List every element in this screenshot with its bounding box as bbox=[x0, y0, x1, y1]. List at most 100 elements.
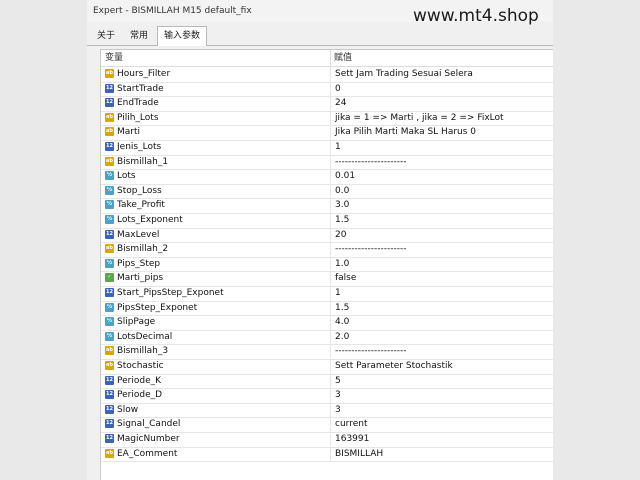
table-row[interactable]: 12 StartTrade 0 bbox=[101, 81, 553, 98]
param-value[interactable]: 2.0 bbox=[330, 329, 553, 345]
param-value[interactable]: 1.5 bbox=[330, 213, 553, 228]
param-value[interactable]: 1 bbox=[330, 140, 553, 155]
param-name: Marti bbox=[117, 127, 141, 138]
tab-inputs[interactable]: 输入参数 bbox=[157, 26, 207, 46]
param-value[interactable]: 0.0 bbox=[330, 183, 553, 199]
header-value[interactable]: 赋值 bbox=[330, 50, 553, 66]
abc-type-icon: ab bbox=[105, 112, 114, 122]
param-value[interactable]: 4.0 bbox=[330, 315, 553, 330]
param-name: EndTrade bbox=[117, 98, 159, 109]
param-value[interactable]: 1.0 bbox=[330, 256, 553, 272]
table-row[interactable]: ab Stochastic Sett Parameter Stochastik bbox=[101, 359, 553, 375]
table-row[interactable]: ab Bismillah_1 ---------------------- bbox=[101, 154, 553, 171]
table-row[interactable]: 12 MagicNumber 163991 bbox=[101, 432, 553, 448]
param-value[interactable]: ---------------------- bbox=[330, 154, 553, 170]
table-row[interactable]: ab Bismillah_2 ---------------------- bbox=[101, 242, 553, 258]
param-value[interactable]: BISMILLAH bbox=[330, 446, 553, 462]
param-value[interactable]: 3 bbox=[330, 402, 553, 418]
abc-type-icon: ab bbox=[105, 244, 114, 254]
table-row[interactable]: 12 Signal_Candel current bbox=[101, 417, 553, 433]
table-row[interactable]: ½ SlipPage 4.0 bbox=[101, 315, 553, 331]
int-type-icon: 12 bbox=[105, 288, 114, 297]
tab-about[interactable]: 关于 bbox=[92, 28, 120, 44]
table-row[interactable]: ab Marti Jika Pilih Marti Maka SL Harus 0 bbox=[101, 125, 553, 141]
abc-type-icon: ab bbox=[105, 127, 114, 137]
int-type-icon: 12 bbox=[105, 83, 114, 93]
table-row[interactable]: 12 MaxLevel 20 bbox=[101, 227, 553, 244]
param-value[interactable]: Jika Pilih Marti Maka SL Harus 0 bbox=[330, 125, 553, 140]
param-name: Pilih_Lots bbox=[117, 112, 159, 123]
param-value[interactable]: false bbox=[330, 271, 553, 286]
param-value[interactable]: 24 bbox=[330, 96, 553, 111]
param-name: Periode_K bbox=[117, 375, 162, 386]
table-row[interactable]: ab Bismillah_3 ---------------------- bbox=[101, 344, 553, 360]
table-row[interactable]: 12 EndTrade 24 bbox=[101, 96, 553, 112]
param-name: MagicNumber bbox=[117, 434, 180, 444]
param-value[interactable]: 0.01 bbox=[330, 169, 553, 184]
int-type-icon: 12 bbox=[105, 229, 114, 239]
table-row[interactable]: ab Pilih_Lots jika = 1 => Marti , jika = 2… bbox=[101, 110, 553, 127]
dbl-type-icon: ½ bbox=[105, 200, 114, 210]
table-row[interactable]: ½ Take_Profit 3.0 bbox=[101, 198, 553, 214]
param-value[interactable]: 3.0 bbox=[330, 198, 553, 213]
table-row[interactable]: ½ Lots_Exponent 1.5 bbox=[101, 213, 553, 229]
table-row[interactable]: 12 Start_PipsStep_Exponet 1 bbox=[101, 286, 553, 302]
param-name: Hours_Filter bbox=[117, 69, 171, 79]
bool-type-icon: ✓ bbox=[105, 273, 114, 283]
abc-type-icon: ab bbox=[105, 156, 114, 166]
param-value[interactable]: 1 bbox=[330, 286, 553, 301]
table-row[interactable]: 12 Periode_K 5 bbox=[101, 373, 553, 390]
int-type-icon: 12 bbox=[105, 419, 114, 429]
table-row[interactable]: ab Hours_Filter Sett Jam Trading Sesuai Se… bbox=[101, 67, 553, 83]
param-value[interactable]: jika = 1 => Marti , jika = 2 => FixLot bbox=[330, 110, 553, 126]
param-value[interactable]: 5 bbox=[330, 373, 553, 389]
tab-bar: 关于 常用 输入参数 bbox=[87, 26, 553, 46]
param-name: MaxLevel bbox=[117, 229, 160, 240]
param-name: Pips_Step bbox=[117, 258, 161, 269]
table-row[interactable]: ½ Pips_Step 1.0 bbox=[101, 256, 553, 273]
dbl-type-icon: ½ bbox=[105, 258, 114, 268]
param-name: Signal_Candel bbox=[117, 419, 181, 430]
int-type-icon: 12 bbox=[105, 434, 114, 443]
param-value[interactable]: 0 bbox=[330, 81, 553, 97]
param-value[interactable]: ---------------------- bbox=[330, 242, 553, 257]
table-row[interactable]: 12 Jenis_Lots 1 bbox=[101, 140, 553, 156]
param-name: Bismillah_1 bbox=[117, 156, 169, 167]
dbl-type-icon: ½ bbox=[105, 317, 114, 327]
param-name: LotsDecimal bbox=[117, 331, 173, 342]
param-value[interactable]: 20 bbox=[330, 227, 553, 243]
param-name: Slow bbox=[117, 404, 139, 415]
param-value[interactable]: 3 bbox=[330, 388, 553, 403]
abc-type-icon: ab bbox=[105, 448, 114, 458]
tab-common[interactable]: 常用 bbox=[125, 28, 153, 44]
table-row[interactable]: ½ PipsStep_Exponet 1.5 bbox=[101, 300, 553, 317]
int-type-icon: 12 bbox=[105, 390, 114, 400]
param-name: Marti_pips bbox=[117, 273, 164, 284]
int-type-icon: 12 bbox=[105, 375, 114, 385]
abc-type-icon: ab bbox=[105, 346, 114, 356]
watermark-text: www.mt4.shop bbox=[413, 6, 539, 26]
param-value[interactable]: Sett Jam Trading Sesuai Selera bbox=[330, 67, 553, 82]
param-value[interactable]: 163991 bbox=[330, 432, 553, 447]
dbl-type-icon: ½ bbox=[105, 331, 114, 341]
table-row[interactable]: ab EA_Comment BISMILLAH bbox=[101, 446, 553, 463]
param-name: Stochastic bbox=[117, 361, 164, 371]
param-name: Bismillah_2 bbox=[117, 244, 169, 255]
table-row[interactable]: ½ LotsDecimal 2.0 bbox=[101, 329, 553, 346]
dbl-type-icon: ½ bbox=[105, 171, 114, 181]
param-value[interactable]: 1.5 bbox=[330, 300, 553, 316]
table-row[interactable]: ½ Stop_Loss 0.0 bbox=[101, 183, 553, 200]
table-row[interactable]: ½ Lots 0.01 bbox=[101, 169, 553, 185]
table-row[interactable]: ✓ Marti_pips false bbox=[101, 271, 553, 287]
param-value[interactable]: current bbox=[330, 417, 553, 432]
header-variable[interactable]: 变量 bbox=[105, 50, 123, 66]
dbl-type-icon: ½ bbox=[105, 215, 114, 224]
param-value[interactable]: ---------------------- bbox=[330, 344, 553, 359]
param-name: EA_Comment bbox=[117, 448, 178, 459]
param-value[interactable]: Sett Parameter Stochastik bbox=[330, 359, 553, 374]
param-name: Periode_D bbox=[117, 390, 163, 401]
param-name: Lots bbox=[117, 171, 136, 182]
table-row[interactable]: 12 Slow 3 bbox=[101, 402, 553, 419]
int-type-icon: 12 bbox=[105, 98, 114, 108]
table-row[interactable]: 12 Periode_D 3 bbox=[101, 388, 553, 404]
